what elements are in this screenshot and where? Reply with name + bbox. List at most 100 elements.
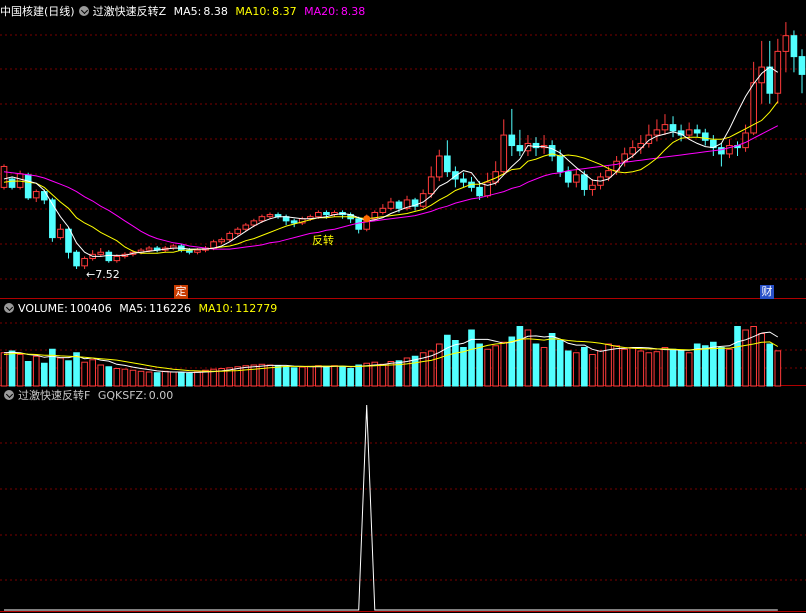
volume-bar bbox=[258, 363, 266, 387]
gqksfz-value: 0.00 bbox=[148, 389, 174, 402]
volume-bar bbox=[0, 352, 8, 387]
volume-bar bbox=[234, 366, 242, 387]
volume-bar bbox=[242, 365, 250, 387]
volume-bar bbox=[347, 368, 354, 387]
volume-value: 100406 bbox=[69, 302, 112, 315]
volume-bar bbox=[323, 365, 330, 387]
volume-bar bbox=[89, 359, 96, 387]
candle-body bbox=[387, 201, 395, 209]
volume-bar bbox=[613, 345, 620, 387]
candle-body bbox=[315, 211, 322, 218]
volume-bar bbox=[548, 333, 556, 387]
candle-body bbox=[145, 247, 153, 251]
volume-bar bbox=[274, 365, 282, 387]
candle-body bbox=[798, 56, 806, 75]
volume-bar bbox=[161, 370, 169, 387]
candle-body bbox=[32, 191, 40, 199]
candle-body bbox=[605, 170, 612, 178]
event-tag-left[interactable]: 定 bbox=[174, 285, 188, 299]
volume-bar bbox=[726, 348, 733, 387]
volume-bar bbox=[145, 371, 153, 387]
volume-bar bbox=[718, 347, 725, 387]
volume-bar bbox=[153, 372, 161, 387]
volume-bar bbox=[589, 354, 596, 387]
candle-body bbox=[508, 134, 516, 147]
volume-bar bbox=[621, 348, 628, 387]
candle-body bbox=[701, 132, 709, 141]
gqksfz-line bbox=[4, 404, 778, 611]
candle-body bbox=[226, 232, 234, 241]
period-label: (日线) bbox=[44, 5, 75, 18]
volume-bar bbox=[250, 364, 258, 387]
ma5-line bbox=[3, 66, 779, 257]
volume-bar bbox=[444, 334, 451, 387]
volume-bar bbox=[645, 352, 653, 387]
volume-bar bbox=[24, 361, 32, 387]
volume-bar bbox=[113, 368, 121, 387]
volume-bar bbox=[452, 340, 459, 387]
volume-bar bbox=[484, 348, 491, 387]
candle-body bbox=[266, 214, 274, 218]
volume-bar bbox=[701, 345, 709, 387]
volume-bar bbox=[492, 345, 500, 387]
volume-label: VOLUME: bbox=[18, 302, 68, 315]
candle-body bbox=[629, 147, 637, 155]
volume-bar bbox=[500, 341, 508, 387]
volume-bar bbox=[581, 347, 588, 387]
volume-bar bbox=[81, 361, 88, 387]
volume-bar bbox=[16, 354, 24, 387]
volume-bar bbox=[435, 343, 443, 387]
ma10-label: MA10: bbox=[235, 5, 271, 18]
event-tag-right[interactable]: 财 bbox=[760, 285, 774, 299]
candle-body bbox=[742, 132, 749, 149]
candle-body bbox=[661, 124, 669, 131]
volume-bar bbox=[758, 333, 766, 387]
volume-bar bbox=[290, 367, 298, 387]
volume-bar bbox=[629, 347, 637, 387]
reversal-signal-dot bbox=[363, 215, 371, 223]
candle-body bbox=[589, 184, 596, 190]
volume-bar bbox=[661, 347, 669, 387]
volume-bar bbox=[508, 336, 516, 387]
candle-body bbox=[194, 249, 201, 253]
volume-bar bbox=[105, 366, 113, 387]
candle-body bbox=[242, 224, 250, 230]
volume-bar bbox=[315, 365, 322, 387]
volume-bar bbox=[306, 365, 314, 387]
candle-body bbox=[290, 220, 298, 224]
volume-bar bbox=[693, 343, 701, 387]
ma10-value: 8.37 bbox=[272, 5, 297, 18]
candle-body bbox=[113, 255, 121, 262]
candle-body bbox=[782, 35, 790, 52]
candle-body bbox=[16, 173, 24, 188]
candle-body bbox=[581, 174, 588, 190]
volume-bar bbox=[355, 364, 362, 387]
candle-body bbox=[653, 129, 661, 136]
candle-body bbox=[49, 199, 56, 239]
volume-header: VOLUME: 100406 MA5: 116226 MA10: 112779 bbox=[0, 300, 281, 318]
dropdown-icon[interactable] bbox=[4, 390, 14, 400]
candle-body bbox=[693, 129, 701, 134]
candle-body bbox=[258, 216, 266, 222]
volume-bar bbox=[137, 370, 145, 387]
candle-body bbox=[460, 178, 467, 183]
volume-bar bbox=[169, 371, 177, 387]
candle-body bbox=[379, 207, 387, 213]
candle-body bbox=[81, 258, 88, 267]
volume-bar bbox=[774, 350, 782, 387]
ma20-value: 8.38 bbox=[340, 5, 366, 18]
candle-body bbox=[323, 211, 330, 216]
low-price-label: ←7.52 bbox=[86, 268, 120, 281]
volume-bar bbox=[556, 340, 564, 387]
dropdown-icon[interactable] bbox=[78, 6, 89, 16]
dropdown-icon[interactable] bbox=[4, 303, 14, 313]
candle-body bbox=[427, 176, 435, 195]
candle-body bbox=[218, 239, 225, 243]
volume-bar bbox=[65, 360, 72, 387]
ma5-label: MA5: bbox=[173, 5, 202, 18]
volume-bar bbox=[564, 350, 572, 387]
candle-body bbox=[718, 147, 725, 155]
volume-bar bbox=[669, 348, 677, 387]
volume-bar bbox=[8, 350, 16, 387]
volume-bar bbox=[637, 350, 645, 387]
